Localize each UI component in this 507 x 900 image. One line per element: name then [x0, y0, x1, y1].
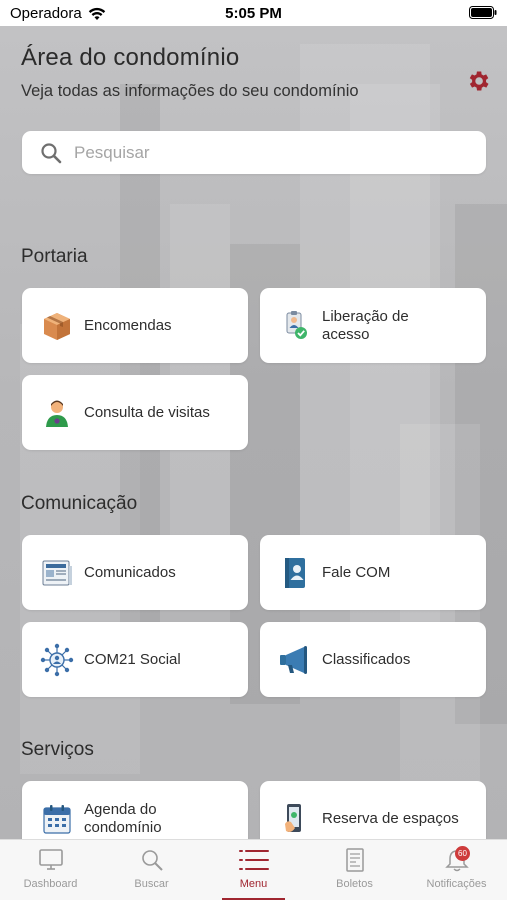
card-label: Fale COM: [322, 563, 391, 581]
gear-icon[interactable]: [465, 68, 491, 94]
contact-book-icon: [278, 556, 312, 590]
tab-buscar[interactable]: Buscar: [101, 840, 202, 900]
tab-label: Notificações: [426, 878, 487, 890]
page-subtitle: Veja todas as informações do seu condomí…: [21, 82, 359, 100]
section-title-servicos: Serviços: [21, 739, 94, 760]
card-classificados[interactable]: Classificados: [260, 622, 486, 697]
tab-label: Menu: [239, 878, 268, 890]
menu-icon: [238, 850, 269, 870]
monitor-icon: [38, 849, 63, 870]
page-title: Área do condomínio: [21, 44, 240, 71]
tab-boletos[interactable]: Boletos: [304, 840, 405, 900]
card-label: Agenda do condomínio: [84, 800, 162, 836]
card-label: Encomendas: [84, 316, 172, 334]
page-header: Área do condomínio Veja todas as informa…: [21, 44, 491, 101]
battery-icon: [469, 6, 497, 19]
tab-dashboard[interactable]: Dashboard: [0, 840, 101, 900]
section-title-portaria: Portaria: [21, 246, 88, 267]
card-label: COM21 Social: [84, 650, 181, 668]
card-label: Liberação de acesso: [322, 307, 409, 343]
card-com21-social[interactable]: COM21 Social: [22, 622, 248, 697]
social-network-icon: [40, 643, 74, 677]
card-consulta-de-visitas[interactable]: Consulta de visitas: [22, 375, 248, 450]
card-label: Consulta de visitas: [84, 403, 210, 421]
tab-bar: Dashboard Buscar Menu Boletos Notificaçõ…: [0, 839, 507, 900]
card-label: Comunicados: [84, 563, 176, 581]
card-liberacao-de-acesso[interactable]: Liberação de acesso: [260, 288, 486, 363]
clock: 5:05 PM: [225, 5, 282, 22]
search-bar[interactable]: [22, 131, 486, 174]
tab-label: Boletos: [336, 878, 373, 890]
tab-label: Buscar: [134, 878, 169, 890]
status-bar: Operadora 5:05 PM: [0, 0, 507, 26]
visitor-icon: [40, 396, 74, 430]
tab-label: Dashboard: [23, 878, 78, 890]
card-comunicados[interactable]: Comunicados: [22, 535, 248, 610]
card-encomendas[interactable]: Encomendas: [22, 288, 248, 363]
calendar-icon: [40, 802, 74, 836]
newspaper-icon: [40, 556, 74, 590]
tab-menu[interactable]: Menu: [203, 840, 304, 900]
section-title-comunicacao: Comunicação: [21, 493, 138, 514]
card-label: Classificados: [322, 650, 411, 668]
search-input[interactable]: [74, 142, 454, 163]
package-icon: [40, 309, 74, 343]
bill-icon: [345, 848, 364, 872]
search-icon: [41, 142, 62, 163]
card-fale-com[interactable]: Fale COM: [260, 535, 486, 610]
megaphone-icon: [278, 643, 312, 677]
access-badge-icon: [278, 309, 312, 343]
search-icon: [141, 850, 163, 871]
notification-badge: 60: [455, 846, 470, 861]
card-label: Reserva de espaços: [322, 809, 459, 827]
booking-icon: [278, 802, 312, 836]
